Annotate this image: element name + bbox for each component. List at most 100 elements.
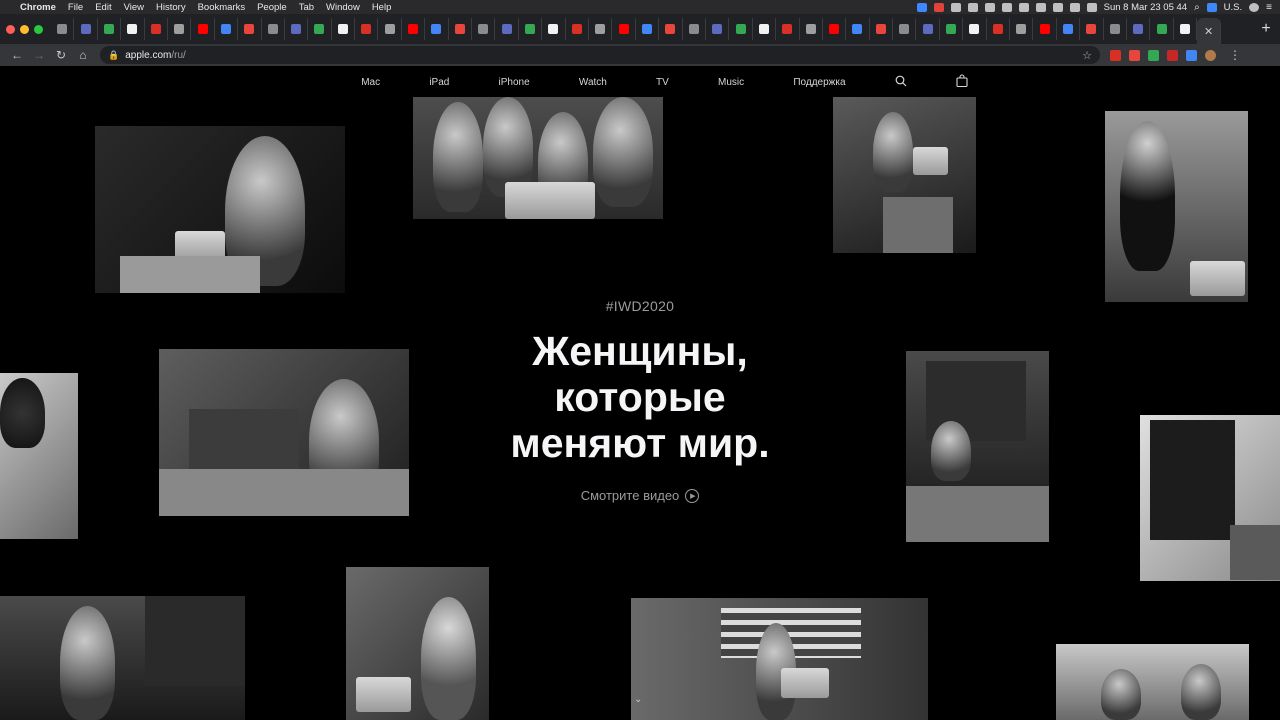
nav-watch[interactable]: Watch <box>579 77 607 88</box>
tab[interactable] <box>121 18 145 40</box>
tab[interactable] <box>285 18 309 40</box>
tab[interactable] <box>1104 18 1127 40</box>
tab[interactable] <box>963 18 987 40</box>
tab[interactable] <box>870 18 894 40</box>
zoom-window-button[interactable] <box>34 24 43 34</box>
menu-edit[interactable]: Edit <box>95 2 111 13</box>
tab[interactable] <box>98 18 122 40</box>
status-app-icon[interactable] <box>933 2 944 12</box>
chevron-down-icon[interactable]: ⌄ <box>634 694 642 705</box>
minimize-window-button[interactable] <box>20 24 29 34</box>
menu-app-name[interactable]: Chrome <box>20 2 56 13</box>
photo-two-women-sofa[interactable] <box>1056 644 1249 720</box>
tab[interactable] <box>262 18 285 40</box>
tab[interactable] <box>308 18 332 40</box>
photo-actress-window[interactable] <box>0 596 245 720</box>
photo-woman-library-desk[interactable] <box>906 351 1049 542</box>
spotlight-icon[interactable]: ⌕ <box>1194 2 1200 13</box>
bluetooth-icon[interactable] <box>1018 2 1029 12</box>
notification-center-icon[interactable]: ≡ <box>1266 2 1272 13</box>
tab[interactable] <box>916 18 940 40</box>
tab[interactable] <box>940 18 964 40</box>
tab[interactable] <box>800 18 823 40</box>
bookmark-star-icon[interactable]: ☆ <box>1082 49 1092 62</box>
accessibility-icon[interactable] <box>1035 2 1046 12</box>
tab[interactable] <box>1033 18 1057 40</box>
nav-music[interactable]: Music <box>718 77 744 88</box>
extension-icon[interactable] <box>1167 49 1178 61</box>
tab[interactable] <box>683 18 706 40</box>
extension-icon[interactable] <box>1110 49 1121 61</box>
menu-window[interactable]: Window <box>326 2 360 13</box>
nav-iphone[interactable]: iPhone <box>499 77 530 88</box>
tab[interactable] <box>519 18 543 40</box>
tab[interactable] <box>238 18 262 40</box>
tab[interactable] <box>145 18 168 40</box>
tab[interactable] <box>776 18 800 40</box>
reload-button[interactable]: ↻ <box>50 48 72 62</box>
tab[interactable] <box>706 18 730 40</box>
tab-active[interactable]: ✕ <box>1197 18 1222 44</box>
status-app-icon[interactable] <box>916 2 927 12</box>
menu-history[interactable]: History <box>156 2 186 13</box>
photo-woman-sofa-laptop[interactable] <box>833 97 976 253</box>
nav-ipad[interactable]: iPad <box>429 77 449 88</box>
tab[interactable] <box>74 18 98 40</box>
tab[interactable] <box>51 18 75 40</box>
new-tab-button[interactable]: + <box>1252 20 1280 38</box>
tab[interactable] <box>495 18 519 40</box>
extension-icon[interactable] <box>1129 49 1140 61</box>
profile-avatar[interactable] <box>1205 49 1216 61</box>
tab[interactable] <box>1174 18 1198 40</box>
chrome-menu-icon[interactable]: ⋮ <box>1224 48 1246 62</box>
tab[interactable] <box>566 18 589 40</box>
tab[interactable] <box>589 18 613 40</box>
user-avatar-icon[interactable] <box>1249 2 1260 12</box>
extension-icon[interactable] <box>1186 49 1197 61</box>
tab[interactable] <box>355 18 379 40</box>
nav-mac[interactable]: Mac <box>361 77 380 88</box>
home-button[interactable]: ⌂ <box>72 48 94 62</box>
status-app-icon[interactable] <box>984 2 995 12</box>
wifi-icon[interactable] <box>1052 2 1063 12</box>
menu-clock[interactable]: Sun 8 Mar 23 05 44 <box>1104 2 1187 13</box>
menu-help[interactable]: Help <box>372 2 392 13</box>
close-tab-icon[interactable]: ✕ <box>1204 25 1213 38</box>
tab[interactable] <box>823 18 847 40</box>
photo-speaker-podium[interactable] <box>95 126 345 293</box>
tab[interactable] <box>846 18 870 40</box>
tab[interactable] <box>1057 18 1081 40</box>
photo-imac-desk[interactable] <box>1140 415 1280 581</box>
tab[interactable] <box>729 18 753 40</box>
photo-woman-microphone[interactable] <box>1105 111 1248 302</box>
nav-support[interactable]: Поддержка <box>793 77 845 88</box>
watch-video-link[interactable]: Смотрите видео ▶ <box>440 488 840 503</box>
photo-girl-laptop-stage[interactable] <box>631 598 928 720</box>
tab[interactable] <box>659 18 683 40</box>
menu-bookmarks[interactable]: Bookmarks <box>198 2 246 13</box>
tab[interactable] <box>612 18 636 40</box>
volume-icon[interactable] <box>1069 2 1080 12</box>
tab[interactable] <box>753 18 777 40</box>
tab[interactable] <box>987 18 1011 40</box>
shopping-bag-icon[interactable] <box>956 74 968 90</box>
extension-icon[interactable] <box>1148 49 1159 61</box>
tab[interactable] <box>191 18 215 40</box>
photo-woman-white-blanket[interactable] <box>0 373 78 539</box>
input-source-label[interactable]: U.S. <box>1224 2 1242 13</box>
photo-music-producer[interactable] <box>159 349 409 516</box>
tab[interactable] <box>378 18 402 40</box>
menu-view[interactable]: View <box>124 2 144 13</box>
tab[interactable] <box>215 18 239 40</box>
tab[interactable] <box>1150 18 1174 40</box>
tab[interactable] <box>1127 18 1151 40</box>
tab[interactable] <box>425 18 449 40</box>
menu-people[interactable]: People <box>257 2 287 13</box>
tab[interactable] <box>168 18 192 40</box>
close-window-button[interactable] <box>6 24 15 34</box>
status-app-icon[interactable] <box>1001 2 1012 12</box>
menu-tab[interactable]: Tab <box>299 2 314 13</box>
menu-file[interactable]: File <box>68 2 83 13</box>
tab[interactable] <box>332 18 356 40</box>
forward-button[interactable]: → <box>28 48 50 62</box>
